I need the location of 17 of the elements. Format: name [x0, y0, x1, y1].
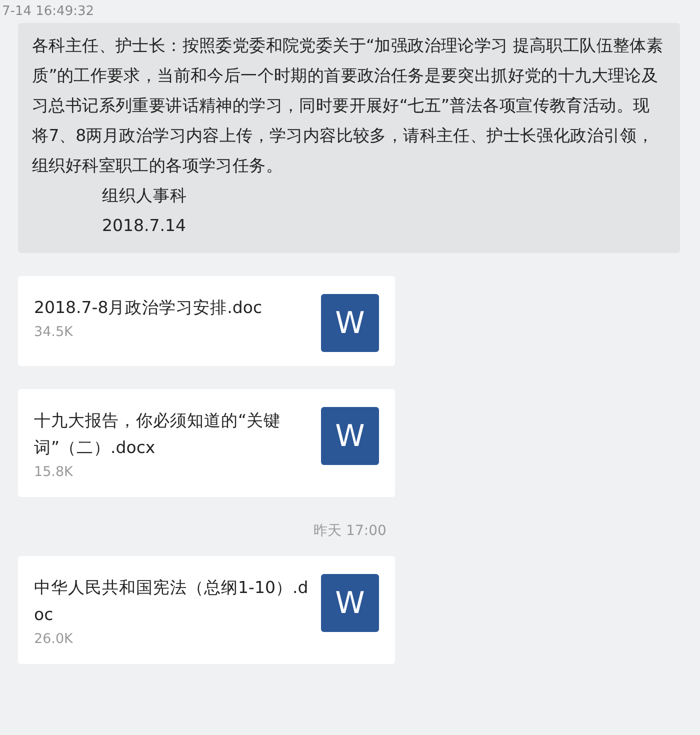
message-text: 各科主任、护士长：按照委党委和院党委关于“加强政治理论学习 提高职工队伍整体素质”的工作要求，当前和今后一个时期的首要政治任务是要突出抓好党的十九大理论及习总书记系列重要讲话精神的学习，同时要开展好“七五”普法各项宣传教育活动。现将7、8两月政治学习内容上传，学习内容比较多，请科主任、护士长强化政治引领，组织好科室职工的各项学习任务。	[32, 35, 664, 177]
file-card[interactable]: 中华人民共和国宪法（总纲1-10）.doc 26.0K W	[18, 556, 395, 664]
word-document-icon: W	[321, 574, 379, 632]
file-name: 十九大报告，你必须知道的“关键词”（二）.docx	[34, 410, 282, 459]
time-divider: 昨天 17:00	[314, 522, 386, 541]
file-size: 15.8K	[34, 463, 73, 482]
message-timestamp: 7-14 16:49:32	[2, 3, 96, 21]
file-name: 2018.7-8月政治学习安排.doc	[34, 297, 264, 319]
signature-line: 2018.7.14	[101, 215, 186, 237]
file-size: 34.5K	[34, 323, 73, 342]
file-name: 中华人民共和国宪法（总纲1-10）.doc	[34, 577, 309, 626]
file-card[interactable]: 十九大报告，你必须知道的“关键词”（二）.docx 15.8K W	[18, 389, 395, 497]
file-card[interactable]: 2018.7-8月政治学习安排.doc 34.5K W	[18, 276, 395, 366]
file-size: 26.0K	[34, 630, 73, 649]
signature-line: 组织人事科	[101, 185, 187, 207]
word-document-icon: W	[321, 407, 379, 465]
word-document-icon: W	[321, 294, 379, 352]
